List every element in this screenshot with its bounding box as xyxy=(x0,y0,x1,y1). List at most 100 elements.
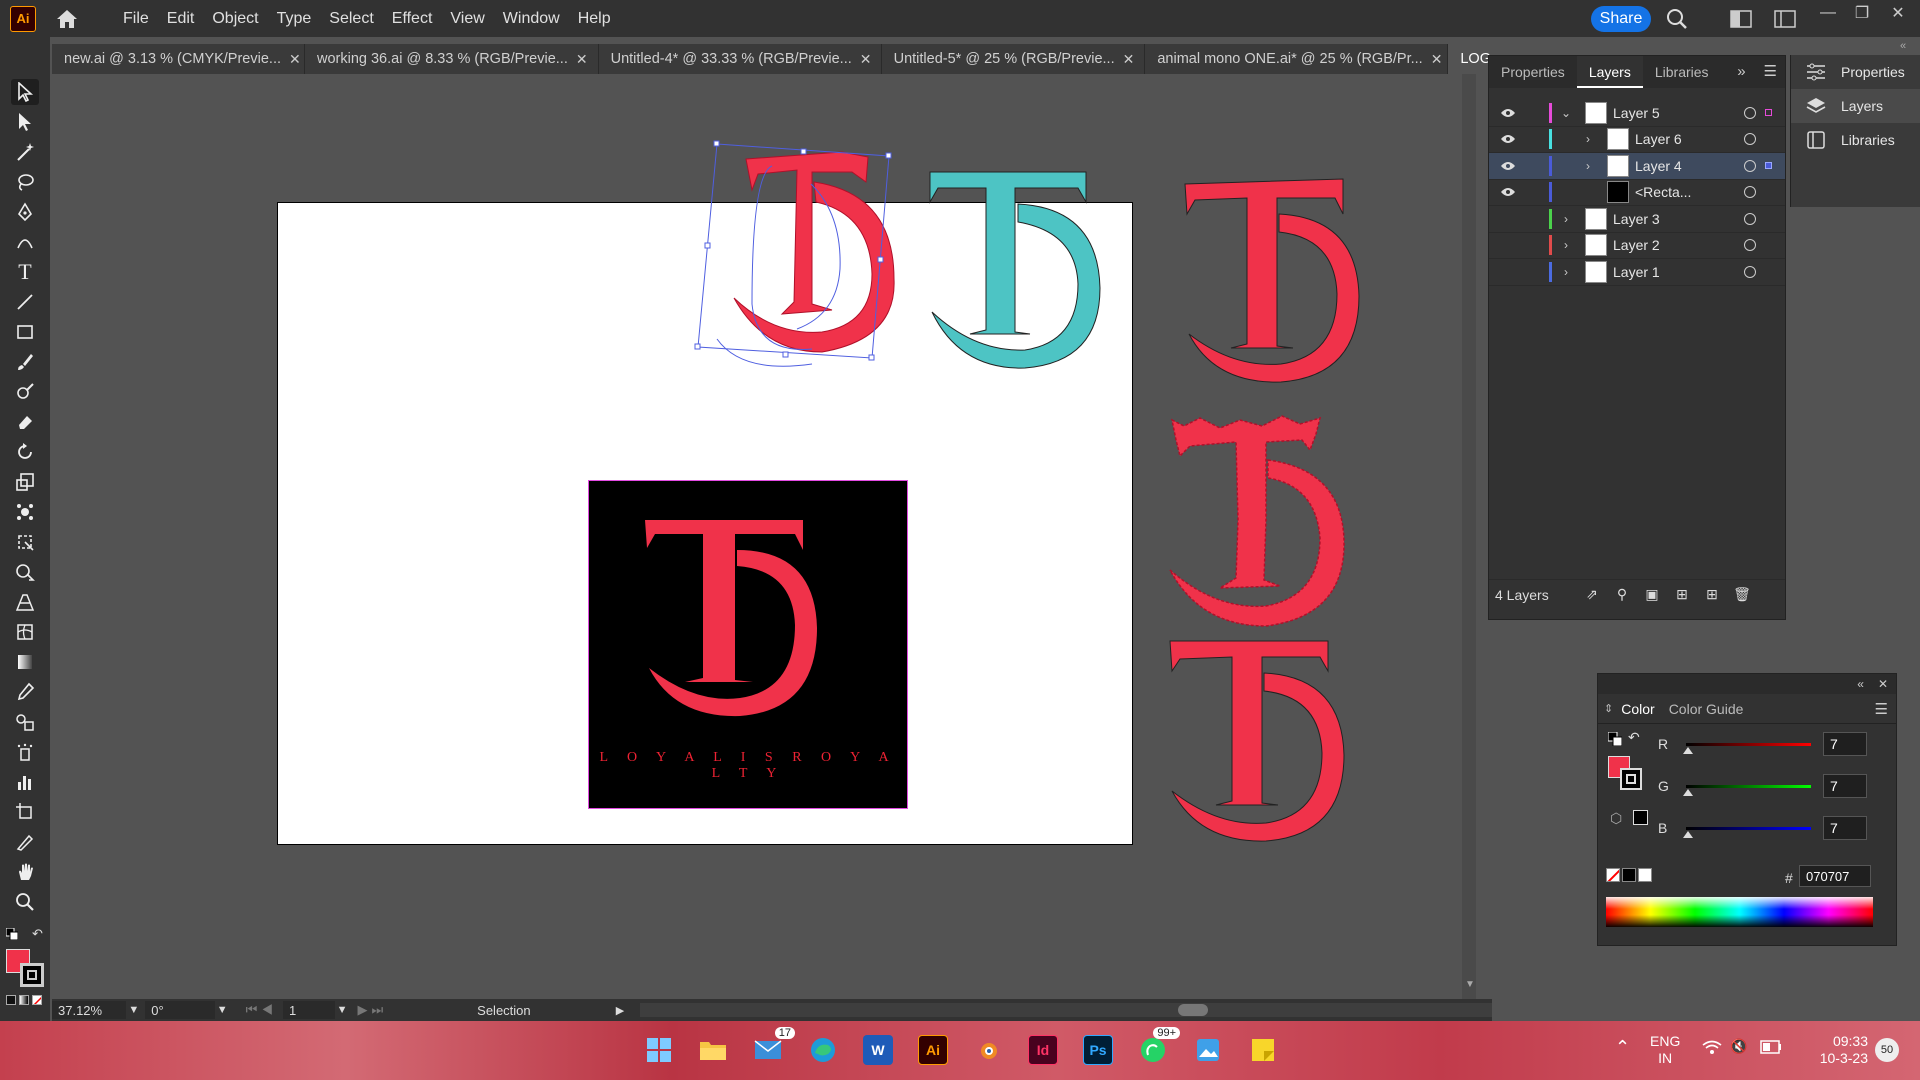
blend-tool-icon[interactable] xyxy=(11,709,39,735)
menu-select[interactable]: Select xyxy=(320,10,382,28)
closest-color-swatch[interactable] xyxy=(1633,810,1648,825)
stroke-color-swatch[interactable] xyxy=(20,963,44,987)
blue-value-input[interactable]: 7 xyxy=(1823,816,1867,840)
menu-edit[interactable]: Edit xyxy=(158,10,204,28)
notification-badge[interactable]: 50 xyxy=(1875,1038,1899,1062)
locate-object-icon[interactable]: ⚲ xyxy=(1607,586,1637,603)
symbol-sprayer-tool-icon[interactable] xyxy=(11,739,39,765)
free-transform-tool-icon[interactable] xyxy=(11,529,39,555)
tab-libraries[interactable]: Libraries xyxy=(1643,56,1721,88)
trash-icon[interactable]: 🗑 xyxy=(1727,586,1757,603)
slider-handle[interactable] xyxy=(1683,788,1693,796)
scroll-thumb[interactable] xyxy=(1178,1004,1209,1016)
photos-icon[interactable] xyxy=(1193,1035,1223,1065)
artboard-tool-icon[interactable] xyxy=(11,799,39,825)
document-tab[interactable]: animal mono ONE.ai* @ 25 % (RGB/Pr... ✕ xyxy=(1145,44,1449,74)
share-button[interactable]: Share xyxy=(1591,6,1651,32)
close-icon[interactable]: ✕ xyxy=(576,51,588,68)
puppet-warp-tool-icon[interactable] xyxy=(11,499,39,525)
target-circle-icon[interactable] xyxy=(1744,159,1756,172)
paintbrush-tool-icon[interactable] xyxy=(11,349,39,375)
lasso-tool-icon[interactable] xyxy=(11,169,39,195)
new-sublayer-icon[interactable]: ⊞ xyxy=(1667,586,1697,603)
green-value-input[interactable]: 7 xyxy=(1823,774,1867,798)
file-explorer-icon[interactable] xyxy=(698,1035,728,1065)
column-graph-tool-icon[interactable] xyxy=(11,769,39,795)
tab-color[interactable]: Color xyxy=(1621,701,1668,717)
selection-indicator[interactable] xyxy=(1765,162,1772,170)
photoshop-icon[interactable]: Ps xyxy=(1083,1035,1113,1065)
default-fill-stroke-icon[interactable] xyxy=(1607,731,1623,747)
shaper-tool-icon[interactable] xyxy=(11,379,39,405)
whatsapp-icon[interactable]: 99+ xyxy=(1138,1027,1180,1065)
layer-name[interactable]: Layer 1 xyxy=(1613,264,1660,280)
artboard-number-field[interactable]: 1 xyxy=(282,1001,335,1019)
zoom-tool-icon[interactable] xyxy=(11,889,39,915)
hand-tool-icon[interactable] xyxy=(11,859,39,885)
language-indicator[interactable]: ENG IN xyxy=(1650,1033,1680,1067)
layer-row[interactable]: › Layer 3 xyxy=(1489,206,1785,233)
slice-tool-icon[interactable] xyxy=(11,829,39,855)
scale-tool-icon[interactable] xyxy=(11,469,39,495)
close-icon[interactable]: ✕ xyxy=(860,51,872,68)
word-icon[interactable]: W xyxy=(863,1035,893,1065)
pen-tool-icon[interactable] xyxy=(11,199,39,225)
collapse-panels-icon[interactable]: « xyxy=(1900,40,1906,52)
blue-slider[interactable] xyxy=(1683,826,1811,838)
indesign-icon[interactable]: Id xyxy=(1028,1035,1058,1065)
clock[interactable]: 09:33 10-3-23 xyxy=(1812,1033,1868,1067)
tab-color-guide[interactable]: Color Guide xyxy=(1669,701,1744,717)
layer-row[interactable]: ⌄ Layer 5 xyxy=(1489,100,1785,127)
menu-view[interactable]: View xyxy=(441,10,493,28)
layer-name[interactable]: <Recta... xyxy=(1635,184,1691,200)
layer-row[interactable]: › Layer 2 xyxy=(1489,233,1785,259)
volume-muted-icon[interactable]: 🔇 xyxy=(1730,1038,1747,1055)
layer-name[interactable]: Layer 5 xyxy=(1613,105,1660,121)
tab-layers[interactable]: Layers xyxy=(1576,56,1643,88)
rotate-tool-icon[interactable] xyxy=(11,439,39,465)
chevron-right-icon[interactable]: › xyxy=(1559,212,1573,226)
ts-monogram-red-1[interactable] xyxy=(1184,178,1360,383)
document-tab-active[interactable]: LOG xyxy=(1448,44,1492,74)
target-circle-icon[interactable] xyxy=(1744,239,1756,252)
perspective-grid-tool-icon[interactable] xyxy=(11,589,39,615)
battery-icon[interactable] xyxy=(1760,1040,1782,1058)
visibility-eye-icon[interactable] xyxy=(1499,134,1517,144)
zoom-dropdown-icon[interactable]: ▼ xyxy=(128,1004,139,1016)
selection-tool-icon[interactable] xyxy=(11,79,39,105)
layer-name[interactable]: Layer 6 xyxy=(1635,131,1682,147)
stroke-swatch[interactable] xyxy=(1620,768,1642,790)
search-icon[interactable] xyxy=(1665,7,1689,31)
scroll-down-icon[interactable]: ▼ xyxy=(1465,979,1475,990)
black-swatch[interactable] xyxy=(1622,868,1636,882)
white-swatch[interactable] xyxy=(1638,868,1652,882)
tab-properties[interactable]: Properties xyxy=(1489,56,1577,88)
document-tab[interactable]: Untitled-5* @ 25 % (RGB/Previe... ✕ xyxy=(881,44,1146,74)
ts-monogram-teal[interactable] xyxy=(929,171,1101,369)
document-tab[interactable]: Untitled-4* @ 33.33 % (RGB/Previe... ✕ xyxy=(598,44,882,74)
vertical-scrollbar[interactable]: ▼ xyxy=(1462,74,1476,999)
status-menu-icon[interactable]: ▶ xyxy=(616,1004,624,1017)
dock-properties[interactable]: Properties xyxy=(1791,55,1920,89)
panel-collapse-icon[interactable]: » xyxy=(1727,56,1755,88)
out-of-gamut-cube-icon[interactable]: ⬡ xyxy=(1610,810,1622,827)
menu-help[interactable]: Help xyxy=(569,10,620,28)
chevron-right-icon[interactable]: › xyxy=(1559,238,1573,252)
ts-monogram-main[interactable] xyxy=(645,520,817,717)
windows-start-icon[interactable] xyxy=(644,1035,674,1065)
layer-row[interactable]: › Layer 1 xyxy=(1489,259,1785,286)
menu-type[interactable]: Type xyxy=(268,10,321,28)
minimize-icon[interactable]: — xyxy=(1815,2,1841,24)
red-value-input[interactable]: 7 xyxy=(1823,732,1867,756)
layer-row[interactable]: › Layer 6 xyxy=(1489,127,1785,153)
menu-object[interactable]: Object xyxy=(203,10,267,28)
chevron-right-icon[interactable]: › xyxy=(1581,159,1595,173)
shape-builder-tool-icon[interactable] xyxy=(11,559,39,585)
menu-window[interactable]: Window xyxy=(494,10,569,28)
panel-menu-icon[interactable]: ☰ xyxy=(1756,56,1785,88)
mail-icon[interactable]: 17 xyxy=(753,1027,795,1065)
artboard-prev-icons[interactable]: ⏮◀ xyxy=(246,1002,277,1018)
canvas[interactable]: L O Y A L I S R O Y A L T Y ▼ xyxy=(52,74,1480,999)
swap-fill-stroke-icon[interactable]: ↶ xyxy=(1628,729,1640,746)
slider-handle[interactable] xyxy=(1683,746,1693,754)
